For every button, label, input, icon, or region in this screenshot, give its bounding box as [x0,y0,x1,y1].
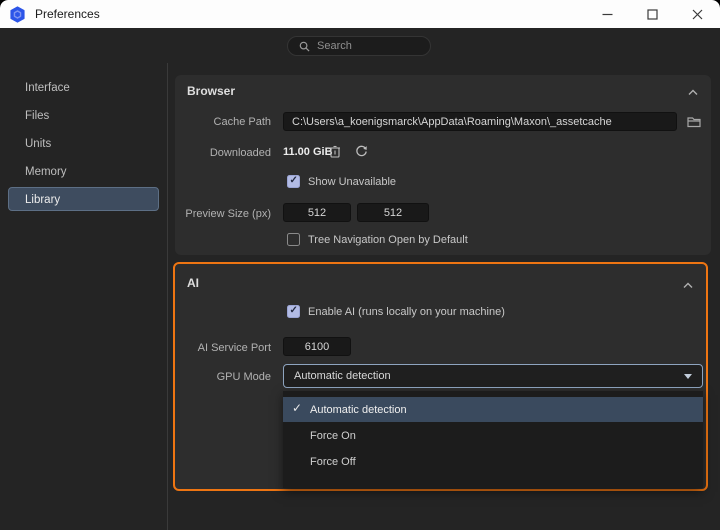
show-unavailable-label: Show Unavailable [308,176,397,188]
downloaded-label: Downloaded [209,147,271,159]
sidebar-item-interface[interactable]: Interface [8,75,159,99]
dropdown-option-label: Force Off [310,455,356,468]
chevron-up-icon[interactable] [680,277,696,293]
trash-icon [330,145,340,158]
browse-folder-button[interactable] [685,113,703,131]
search-input[interactable] [317,40,417,52]
sidebar-item-units[interactable]: Units [8,131,159,155]
cache-path-input[interactable] [283,112,677,131]
dropdown-option-label: Automatic detection [310,403,407,416]
browser-section-title: Browser [187,84,236,98]
titlebar: Preferences [0,0,720,28]
sidebar-item-memory[interactable]: Memory [8,159,159,183]
gpu-mode-select[interactable]: Automatic detection [283,364,703,388]
gpu-mode-dropdown: ✓ Automatic detection Force On Force Off [283,391,703,488]
dropdown-option-force-off[interactable]: Force Off [283,449,703,474]
preview-size-label: Preview Size (px) [185,208,271,220]
show-unavailable-checkbox[interactable] [287,175,300,188]
ai-service-port-input[interactable] [283,337,351,356]
gpu-mode-value: Automatic detection [294,370,391,382]
check-icon: ✓ [292,401,303,415]
refresh-icon [355,145,367,156]
browser-section: Browser Cache Path Downloaded 11.00 GiB … [175,75,711,255]
caret-down-icon [684,373,692,379]
ai-section-title: AI [187,276,199,290]
tree-navigation-checkbox[interactable] [287,233,300,246]
tree-navigation-label: Tree Navigation Open by Default [308,234,468,246]
preferences-window: Preferences Interface Files Units Memory… [0,0,720,530]
toolbar [0,28,720,63]
sidebar-item-files[interactable]: Files [8,103,159,127]
window-title: Preferences [35,7,100,21]
folder-icon [687,117,701,128]
window-controls [585,0,720,28]
dropdown-option-label: Force On [310,429,356,442]
cache-path-label: Cache Path [213,116,271,128]
preview-width-input[interactable] [283,203,351,222]
enable-ai-checkbox[interactable] [287,305,300,318]
ai-section: AI Enable AI (runs locally on your machi… [173,262,708,491]
minimize-button[interactable] [585,0,630,28]
sidebar-item-library[interactable]: Library [8,187,159,211]
close-button[interactable] [675,0,720,28]
gpu-mode-label: GPU Mode [216,371,271,383]
delete-cache-button[interactable] [326,142,344,160]
ai-service-port-label: AI Service Port [197,342,271,354]
preview-height-input[interactable] [357,203,429,222]
chevron-up-icon[interactable] [685,84,701,100]
sidebar-divider [167,63,168,530]
sidebar: Interface Files Units Memory Library [0,63,167,530]
dropdown-option-force-on[interactable]: Force On [283,423,703,448]
maximize-button[interactable] [630,0,675,28]
refresh-button[interactable] [352,142,370,160]
enable-ai-label: Enable AI (runs locally on your machine) [308,306,505,318]
search-bar[interactable] [287,36,431,56]
maxon-logo-icon [9,5,26,23]
search-icon [299,41,310,52]
dropdown-option-automatic-detection[interactable]: ✓ Automatic detection [283,397,703,422]
